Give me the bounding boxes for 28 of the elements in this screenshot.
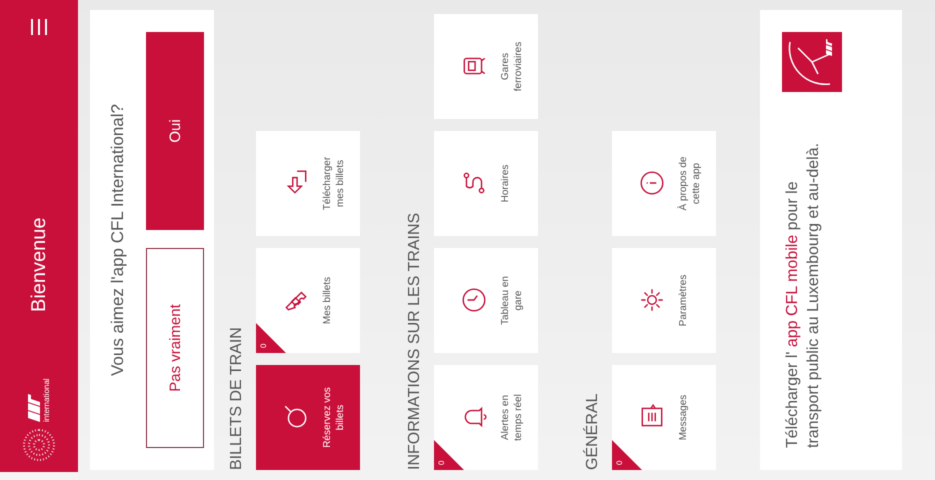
section-heading: INFORMATIONS SUR LES TRAINS [406,212,424,470]
globe-logo-icon [22,428,56,462]
clock-icon [460,286,488,314]
menu-tile[interactable]: Mes billets 0 [256,248,360,353]
brand-name: international [42,378,50,422]
app-link[interactable]: app CFL mobile [784,234,801,348]
menu-tile[interactable]: Horaires [434,131,538,236]
count-badge: 0 [434,440,464,470]
info-icon [638,170,666,198]
menu-tile[interactable]: Gares ferroviaires [434,14,538,119]
menu-tile[interactable]: Tableau en gare [434,248,538,353]
brand-logo-icon [28,394,40,422]
page-title: Bienvenue [28,216,50,312]
count-badge: 0 [256,323,286,353]
menu-icon [29,18,49,36]
menu-tile[interactable]: Réservez vos billets [256,365,360,470]
menu-tile[interactable]: Télécharger mes billets [256,131,360,236]
rating-question: Vous aimez l'app CFL International? [108,104,128,376]
section-heading: GÉNÉRAL [584,392,602,470]
clock-logo-icon [782,32,842,92]
yes-button[interactable]: Oui [146,32,204,230]
count-badge: 0 [612,440,642,470]
menu-tile[interactable]: Paramètres [612,248,716,353]
menu-tile[interactable]: À propos de cette app [612,131,716,236]
menu-tile[interactable]: Alertes en temps réel 0 [434,365,538,470]
section-heading: BILLETS DE TRAIN [228,326,246,470]
no-button[interactable]: Pas vraiment [146,248,204,448]
menu-tile[interactable]: Messages 0 [612,365,716,470]
